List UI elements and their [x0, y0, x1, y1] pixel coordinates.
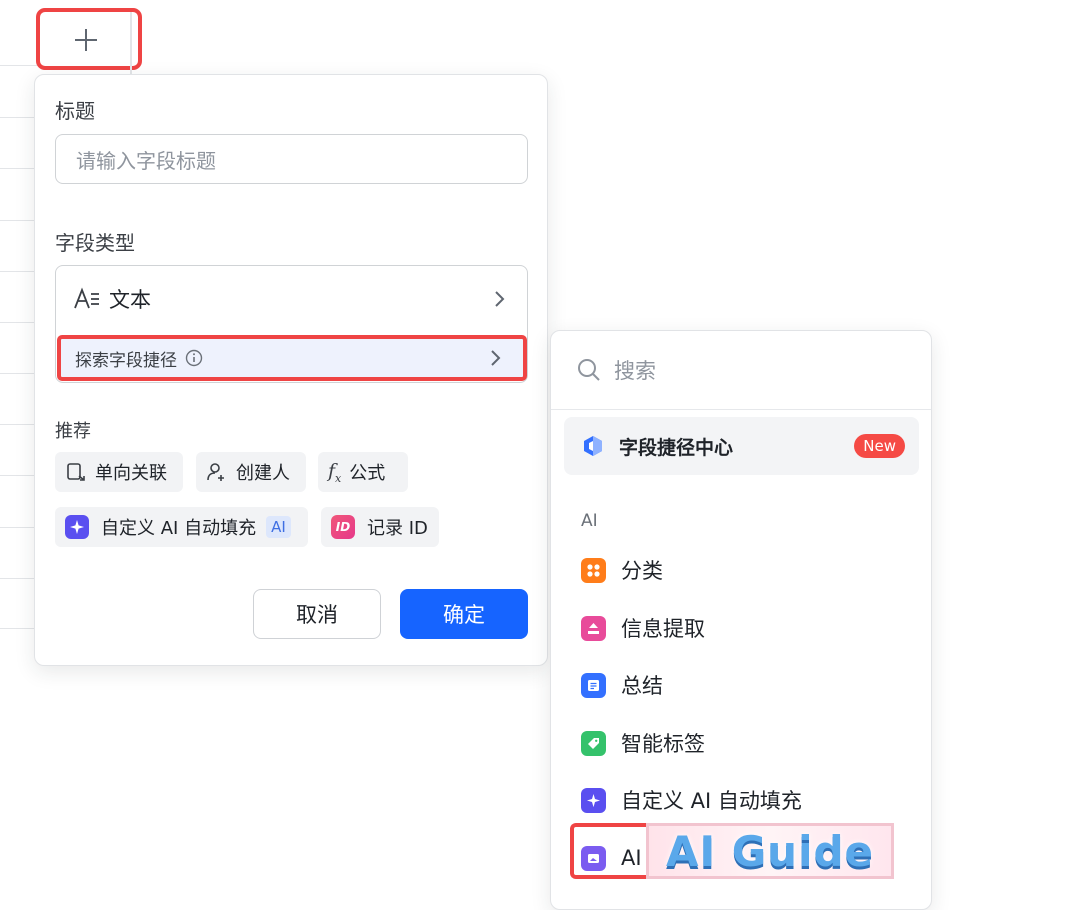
- menu-item-extract[interactable]: 信息提取: [581, 608, 705, 648]
- category-icon: [581, 557, 606, 583]
- chip-label: 记录 ID: [367, 518, 428, 539]
- explore-label: 探索字段捷径: [75, 350, 177, 371]
- chevron-right-icon: [491, 350, 501, 366]
- record-id-icon: ID: [331, 515, 355, 539]
- summary-icon: [581, 672, 606, 698]
- menu-item-label: 智能标签: [621, 732, 705, 756]
- chip-creator[interactable]: 创建人: [196, 452, 306, 492]
- user-add-icon: [207, 463, 224, 481]
- menu-item-classify[interactable]: 分类: [581, 550, 663, 590]
- formula-icon: fx: [328, 459, 342, 485]
- explore-field-shortcuts[interactable]: 探索字段捷径: [57, 335, 527, 381]
- title-label: 标题: [55, 99, 95, 123]
- plus-icon: [75, 29, 97, 51]
- menu-item-label: 自定义 AI 自动填充: [621, 789, 802, 813]
- confirm-button[interactable]: 确定: [400, 589, 528, 639]
- field-type-current[interactable]: 文本: [56, 266, 527, 332]
- menu-item-label: 信息提取: [621, 617, 705, 641]
- field-type-label: 字段类型: [55, 231, 135, 255]
- ai-badge: AI: [266, 516, 291, 538]
- cancel-button[interactable]: 取消: [253, 589, 381, 639]
- shortcut-search-input[interactable]: 搜索: [551, 331, 931, 410]
- field-title-placeholder: 请输入字段标题: [76, 148, 216, 173]
- ai-guide-watermark: AI Guide: [646, 823, 894, 879]
- sparkle-icon: [65, 515, 89, 539]
- chip-custom-ai-autofill[interactable]: 自定义 AI 自动填充 AI: [55, 507, 308, 547]
- menu-item-smart-tag[interactable]: 智能标签: [581, 723, 705, 763]
- shortcut-center-item[interactable]: 字段捷径中心 New: [564, 417, 919, 475]
- field-title-input[interactable]: 请输入字段标题: [55, 134, 528, 184]
- sparkle-icon: [581, 787, 606, 813]
- recommend-label: 推荐: [55, 421, 91, 442]
- chip-record-id[interactable]: ID 记录 ID: [321, 507, 439, 547]
- add-column-button[interactable]: [36, 8, 142, 74]
- extract-icon: [581, 615, 606, 641]
- chip-label: 创建人: [236, 463, 290, 484]
- background-table: [0, 0, 37, 630]
- menu-item-label: 分类: [621, 559, 663, 583]
- text-type-icon: [74, 287, 99, 309]
- chip-label: 单向关联: [95, 463, 167, 484]
- menu-item-label: 总结: [621, 674, 663, 698]
- chip-one-way-link[interactable]: 单向关联: [55, 452, 183, 492]
- chip-label: 自定义 AI 自动填充: [101, 518, 257, 539]
- section-ai-label: AI: [581, 511, 598, 531]
- menu-item-custom-ai-autofill[interactable]: 自定义 AI 自动填充: [581, 780, 802, 820]
- add-field-panel: 标题 请输入字段标题 字段类型 文本 探索字段捷径 推荐 单向关联 创建人 fx…: [34, 74, 548, 666]
- info-icon: [185, 349, 203, 367]
- shortcut-center-label: 字段捷径中心: [619, 436, 734, 459]
- chip-label: 公式: [349, 463, 386, 484]
- chevron-right-icon: [495, 291, 505, 307]
- new-badge: New: [854, 434, 905, 458]
- tag-icon: [581, 730, 606, 756]
- field-type-value: 文本: [109, 288, 151, 312]
- highlight-box: [570, 823, 646, 879]
- search-placeholder: 搜索: [614, 359, 656, 383]
- menu-item-summary[interactable]: 总结: [581, 665, 663, 705]
- chip-formula[interactable]: fx 公式: [318, 452, 408, 492]
- shortcut-center-logo-icon: [584, 436, 602, 456]
- link-record-icon: [67, 463, 85, 481]
- search-icon: [578, 359, 600, 381]
